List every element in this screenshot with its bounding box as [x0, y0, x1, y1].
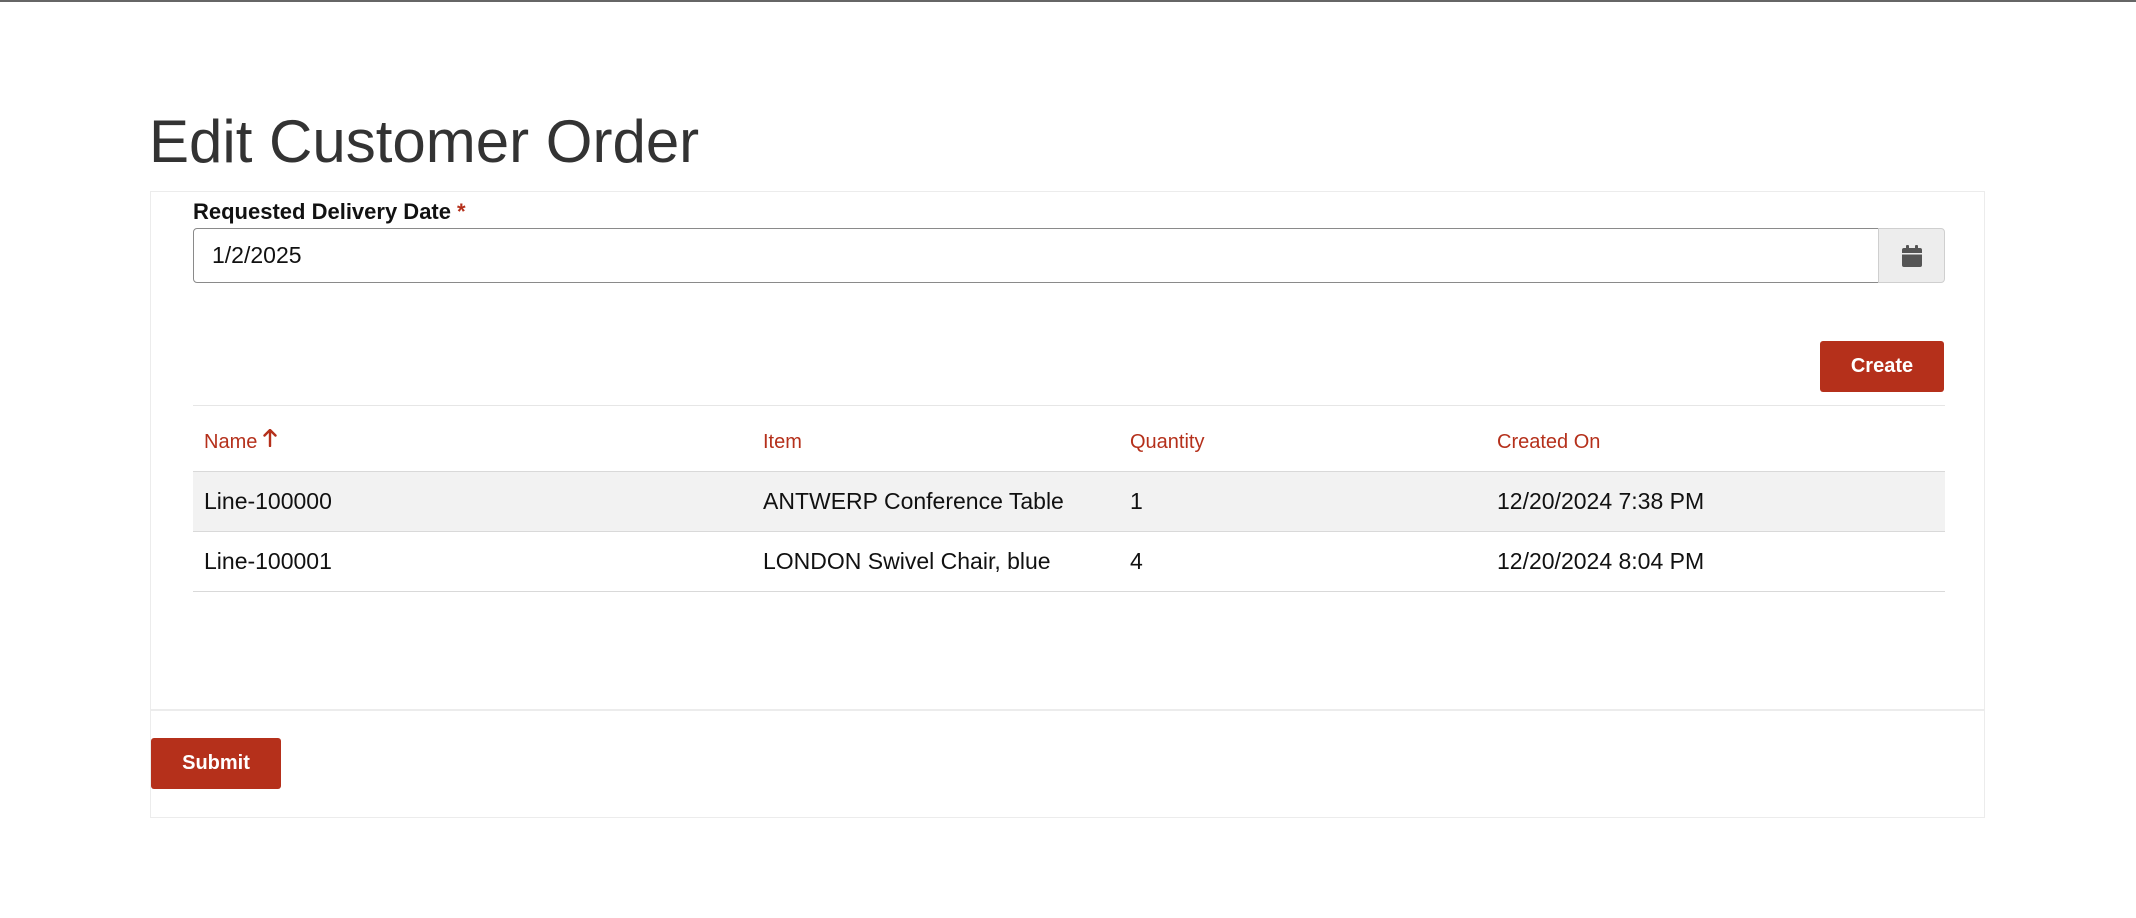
cell-quantity: 4 [1130, 548, 1143, 574]
column-header-name[interactable]: Name [204, 421, 278, 471]
column-header-name-label: Name [204, 431, 258, 453]
delivery-date-label: Requested Delivery Date * [193, 196, 466, 228]
sort-ascending-icon [263, 421, 278, 461]
cell-name: Line-100001 [204, 548, 332, 574]
card-footer-divider [151, 709, 1984, 711]
table-row[interactable]: Line-100001 LONDON Swivel Chair, blue 4 … [193, 532, 1945, 592]
page-title: Edit Customer Order [149, 108, 700, 175]
column-header-created-on[interactable]: Created On [1497, 422, 1600, 471]
delivery-date-input[interactable] [193, 228, 1880, 283]
form-card: Requested Delivery Date* Create Name Ite… [150, 191, 1985, 818]
column-header-quantity[interactable]: Quantity [1130, 422, 1204, 471]
column-header-item[interactable]: Item [763, 422, 802, 471]
grid-header: Name Item Quantity Created On [193, 422, 1945, 472]
cell-created-on: 12/20/2024 7:38 PM [1497, 488, 1705, 514]
cell-quantity: 1 [1130, 488, 1143, 514]
delivery-date-label-text: Requested Delivery Date [193, 199, 451, 224]
cell-name: Line-100000 [204, 488, 332, 514]
page: Edit Customer Order Requested Delivery D… [0, 0, 2136, 918]
calendar-icon [1901, 244, 1922, 267]
create-button[interactable]: Create [1820, 341, 1944, 392]
cell-created-on: 12/20/2024 8:04 PM [1497, 548, 1705, 574]
top-border [0, 0, 2136, 2]
cell-item: LONDON Swivel Chair, blue [763, 548, 1051, 574]
table-row[interactable]: Line-100000 ANTWERP Conference Table 1 1… [193, 472, 1945, 532]
required-marker: * [457, 199, 466, 224]
order-lines-grid: Name Item Quantity Created On Line-10000… [193, 422, 1945, 592]
toolbar-divider [193, 405, 1945, 406]
submit-button[interactable]: Submit [151, 738, 281, 789]
calendar-button[interactable] [1878, 228, 1945, 283]
cell-item: ANTWERP Conference Table [763, 488, 1064, 514]
